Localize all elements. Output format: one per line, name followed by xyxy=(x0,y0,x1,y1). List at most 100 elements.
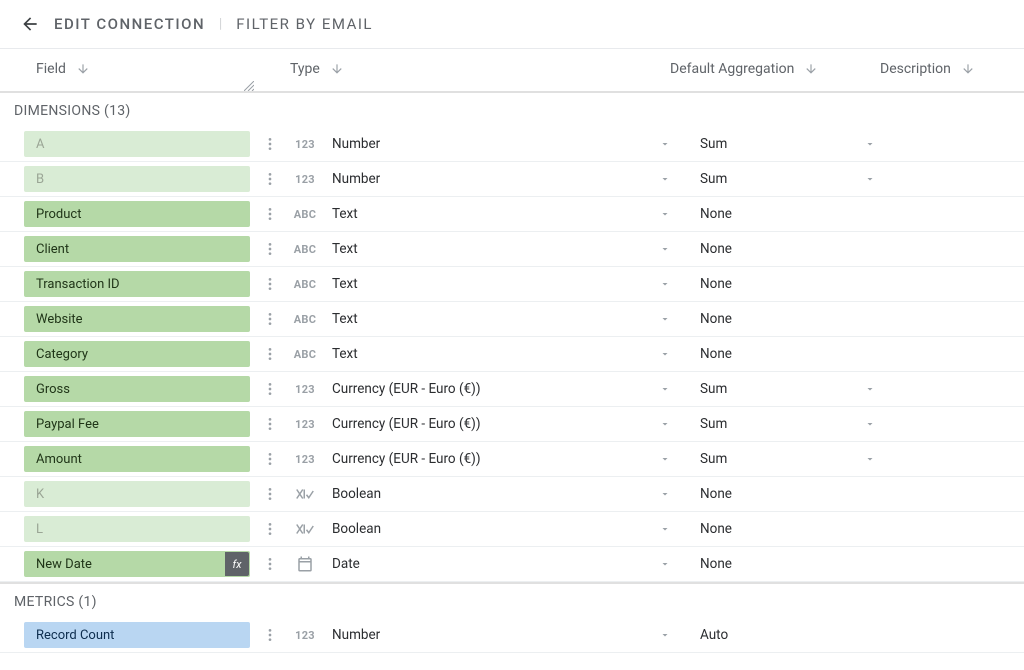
field-chip[interactable]: Transaction ID xyxy=(24,271,250,297)
table-row: New DatefxDateNone xyxy=(0,547,1024,582)
overflow-menu-icon[interactable] xyxy=(262,416,278,432)
back-arrow-icon[interactable] xyxy=(20,14,40,34)
header-bar: EDIT CONNECTION | FILTER BY EMAIL xyxy=(0,0,1024,49)
field-chip[interactable]: New Date fx xyxy=(24,551,250,577)
col-header-description[interactable]: Description xyxy=(880,61,975,77)
type-dropdown-icon[interactable] xyxy=(659,138,671,150)
aggregation-label: None xyxy=(700,556,732,572)
text-type-icon: ABC xyxy=(294,278,317,291)
table-row: Transaction ID ABC Text None xyxy=(0,267,1024,302)
col-header-type-label: Type xyxy=(290,61,320,77)
overflow-menu-icon[interactable] xyxy=(262,171,278,187)
field-chip-label: Website xyxy=(36,312,83,327)
field-chip-label: Transaction ID xyxy=(36,277,120,292)
column-headers: Field Type Default Aggregation Descripti… xyxy=(0,49,1024,93)
col-header-aggregation[interactable]: Default Aggregation xyxy=(670,61,818,77)
table-row: Amount123Currency (EUR - Euro (€))Sum xyxy=(0,442,1024,477)
field-chip[interactable]: Amount xyxy=(24,446,250,472)
aggregation-dropdown-icon[interactable] xyxy=(864,138,876,150)
field-chip-label: A xyxy=(36,137,44,152)
table-row: Record Count 123 Number Auto xyxy=(0,618,1024,653)
type-label: Number xyxy=(332,627,380,643)
table-row: WebsiteABCTextNone xyxy=(0,302,1024,337)
col-header-field[interactable]: Field xyxy=(36,61,90,77)
type-label: Currency (EUR - Euro (€)) xyxy=(332,451,481,467)
type-label: Number xyxy=(332,171,380,187)
aggregation-label: None xyxy=(700,241,732,257)
field-chip[interactable]: B xyxy=(24,166,250,192)
type-label: Text xyxy=(332,206,358,222)
type-dropdown-icon[interactable] xyxy=(659,208,671,220)
number-type-icon: 123 xyxy=(295,629,315,642)
aggregation-label: Sum xyxy=(700,416,727,432)
field-chip-label: Product xyxy=(36,207,81,222)
overflow-menu-icon[interactable] xyxy=(262,346,278,362)
overflow-menu-icon[interactable] xyxy=(262,206,278,222)
type-dropdown-icon[interactable] xyxy=(659,243,671,255)
aggregation-dropdown-icon[interactable] xyxy=(864,453,876,465)
field-chip[interactable]: A xyxy=(24,131,250,157)
type-dropdown-icon[interactable] xyxy=(659,523,671,535)
overflow-menu-icon[interactable] xyxy=(262,311,278,327)
text-type-icon: ABC xyxy=(294,243,317,256)
table-row: K Boolean None xyxy=(0,477,1024,512)
type-label: Currency (EUR - Euro (€)) xyxy=(332,381,481,397)
type-dropdown-icon[interactable] xyxy=(659,558,671,570)
field-chip-label: L xyxy=(36,522,43,537)
field-chip[interactable]: Website xyxy=(24,306,250,332)
calendar-type-icon xyxy=(296,555,314,573)
overflow-menu-icon[interactable] xyxy=(262,276,278,292)
sort-arrow-icon xyxy=(76,62,90,76)
field-chip-label: K xyxy=(36,487,44,502)
overflow-menu-icon[interactable] xyxy=(262,451,278,467)
type-dropdown-icon[interactable] xyxy=(659,488,671,500)
sort-arrow-icon xyxy=(804,62,818,76)
field-chip[interactable]: Record Count xyxy=(24,622,250,648)
metrics-list: Record Count 123 Number Auto xyxy=(0,618,1024,653)
overflow-menu-icon[interactable] xyxy=(262,627,278,643)
fx-badge[interactable]: fx xyxy=(225,552,249,576)
field-chip[interactable]: L xyxy=(24,516,250,542)
field-chip[interactable]: K xyxy=(24,481,250,507)
type-dropdown-icon[interactable] xyxy=(659,629,671,641)
aggregation-label: None xyxy=(700,276,732,292)
field-chip-label: Amount xyxy=(36,452,82,467)
field-chip-label: Client xyxy=(36,242,69,257)
type-dropdown-icon[interactable] xyxy=(659,453,671,465)
text-type-icon: ABC xyxy=(294,313,317,326)
type-dropdown-icon[interactable] xyxy=(659,348,671,360)
column-resize-handle[interactable] xyxy=(244,79,254,89)
field-chip[interactable]: Client xyxy=(24,236,250,262)
text-type-icon: ABC xyxy=(294,348,317,361)
type-label: Text xyxy=(332,276,358,292)
field-chip[interactable]: Gross xyxy=(24,376,250,402)
col-header-type[interactable]: Type xyxy=(290,61,344,77)
overflow-menu-icon[interactable] xyxy=(262,486,278,502)
divider: | xyxy=(219,16,222,32)
overflow-menu-icon[interactable] xyxy=(262,381,278,397)
type-label: Boolean xyxy=(332,486,381,502)
aggregation-dropdown-icon[interactable] xyxy=(864,383,876,395)
field-chip-label: B xyxy=(36,172,44,187)
overflow-menu-icon[interactable] xyxy=(262,556,278,572)
aggregation-label: None xyxy=(700,486,732,502)
field-chip[interactable]: Product xyxy=(24,201,250,227)
field-chip[interactable]: Paypal Fee xyxy=(24,411,250,437)
type-dropdown-icon[interactable] xyxy=(659,173,671,185)
aggregation-dropdown-icon[interactable] xyxy=(864,418,876,430)
type-dropdown-icon[interactable] xyxy=(659,313,671,325)
table-row: Gross123Currency (EUR - Euro (€))Sum xyxy=(0,372,1024,407)
metrics-section-header: METRICS (1) xyxy=(0,582,1024,618)
number-type-icon: 123 xyxy=(295,453,315,466)
field-chip[interactable]: Category xyxy=(24,341,250,367)
overflow-menu-icon[interactable] xyxy=(262,136,278,152)
overflow-menu-icon[interactable] xyxy=(262,241,278,257)
field-chip-label: New Date xyxy=(36,557,92,572)
aggregation-label: Auto xyxy=(700,627,728,643)
type-dropdown-icon[interactable] xyxy=(659,278,671,290)
number-type-icon: 123 xyxy=(295,383,315,396)
aggregation-dropdown-icon[interactable] xyxy=(864,173,876,185)
overflow-menu-icon[interactable] xyxy=(262,521,278,537)
type-dropdown-icon[interactable] xyxy=(659,383,671,395)
type-dropdown-icon[interactable] xyxy=(659,418,671,430)
